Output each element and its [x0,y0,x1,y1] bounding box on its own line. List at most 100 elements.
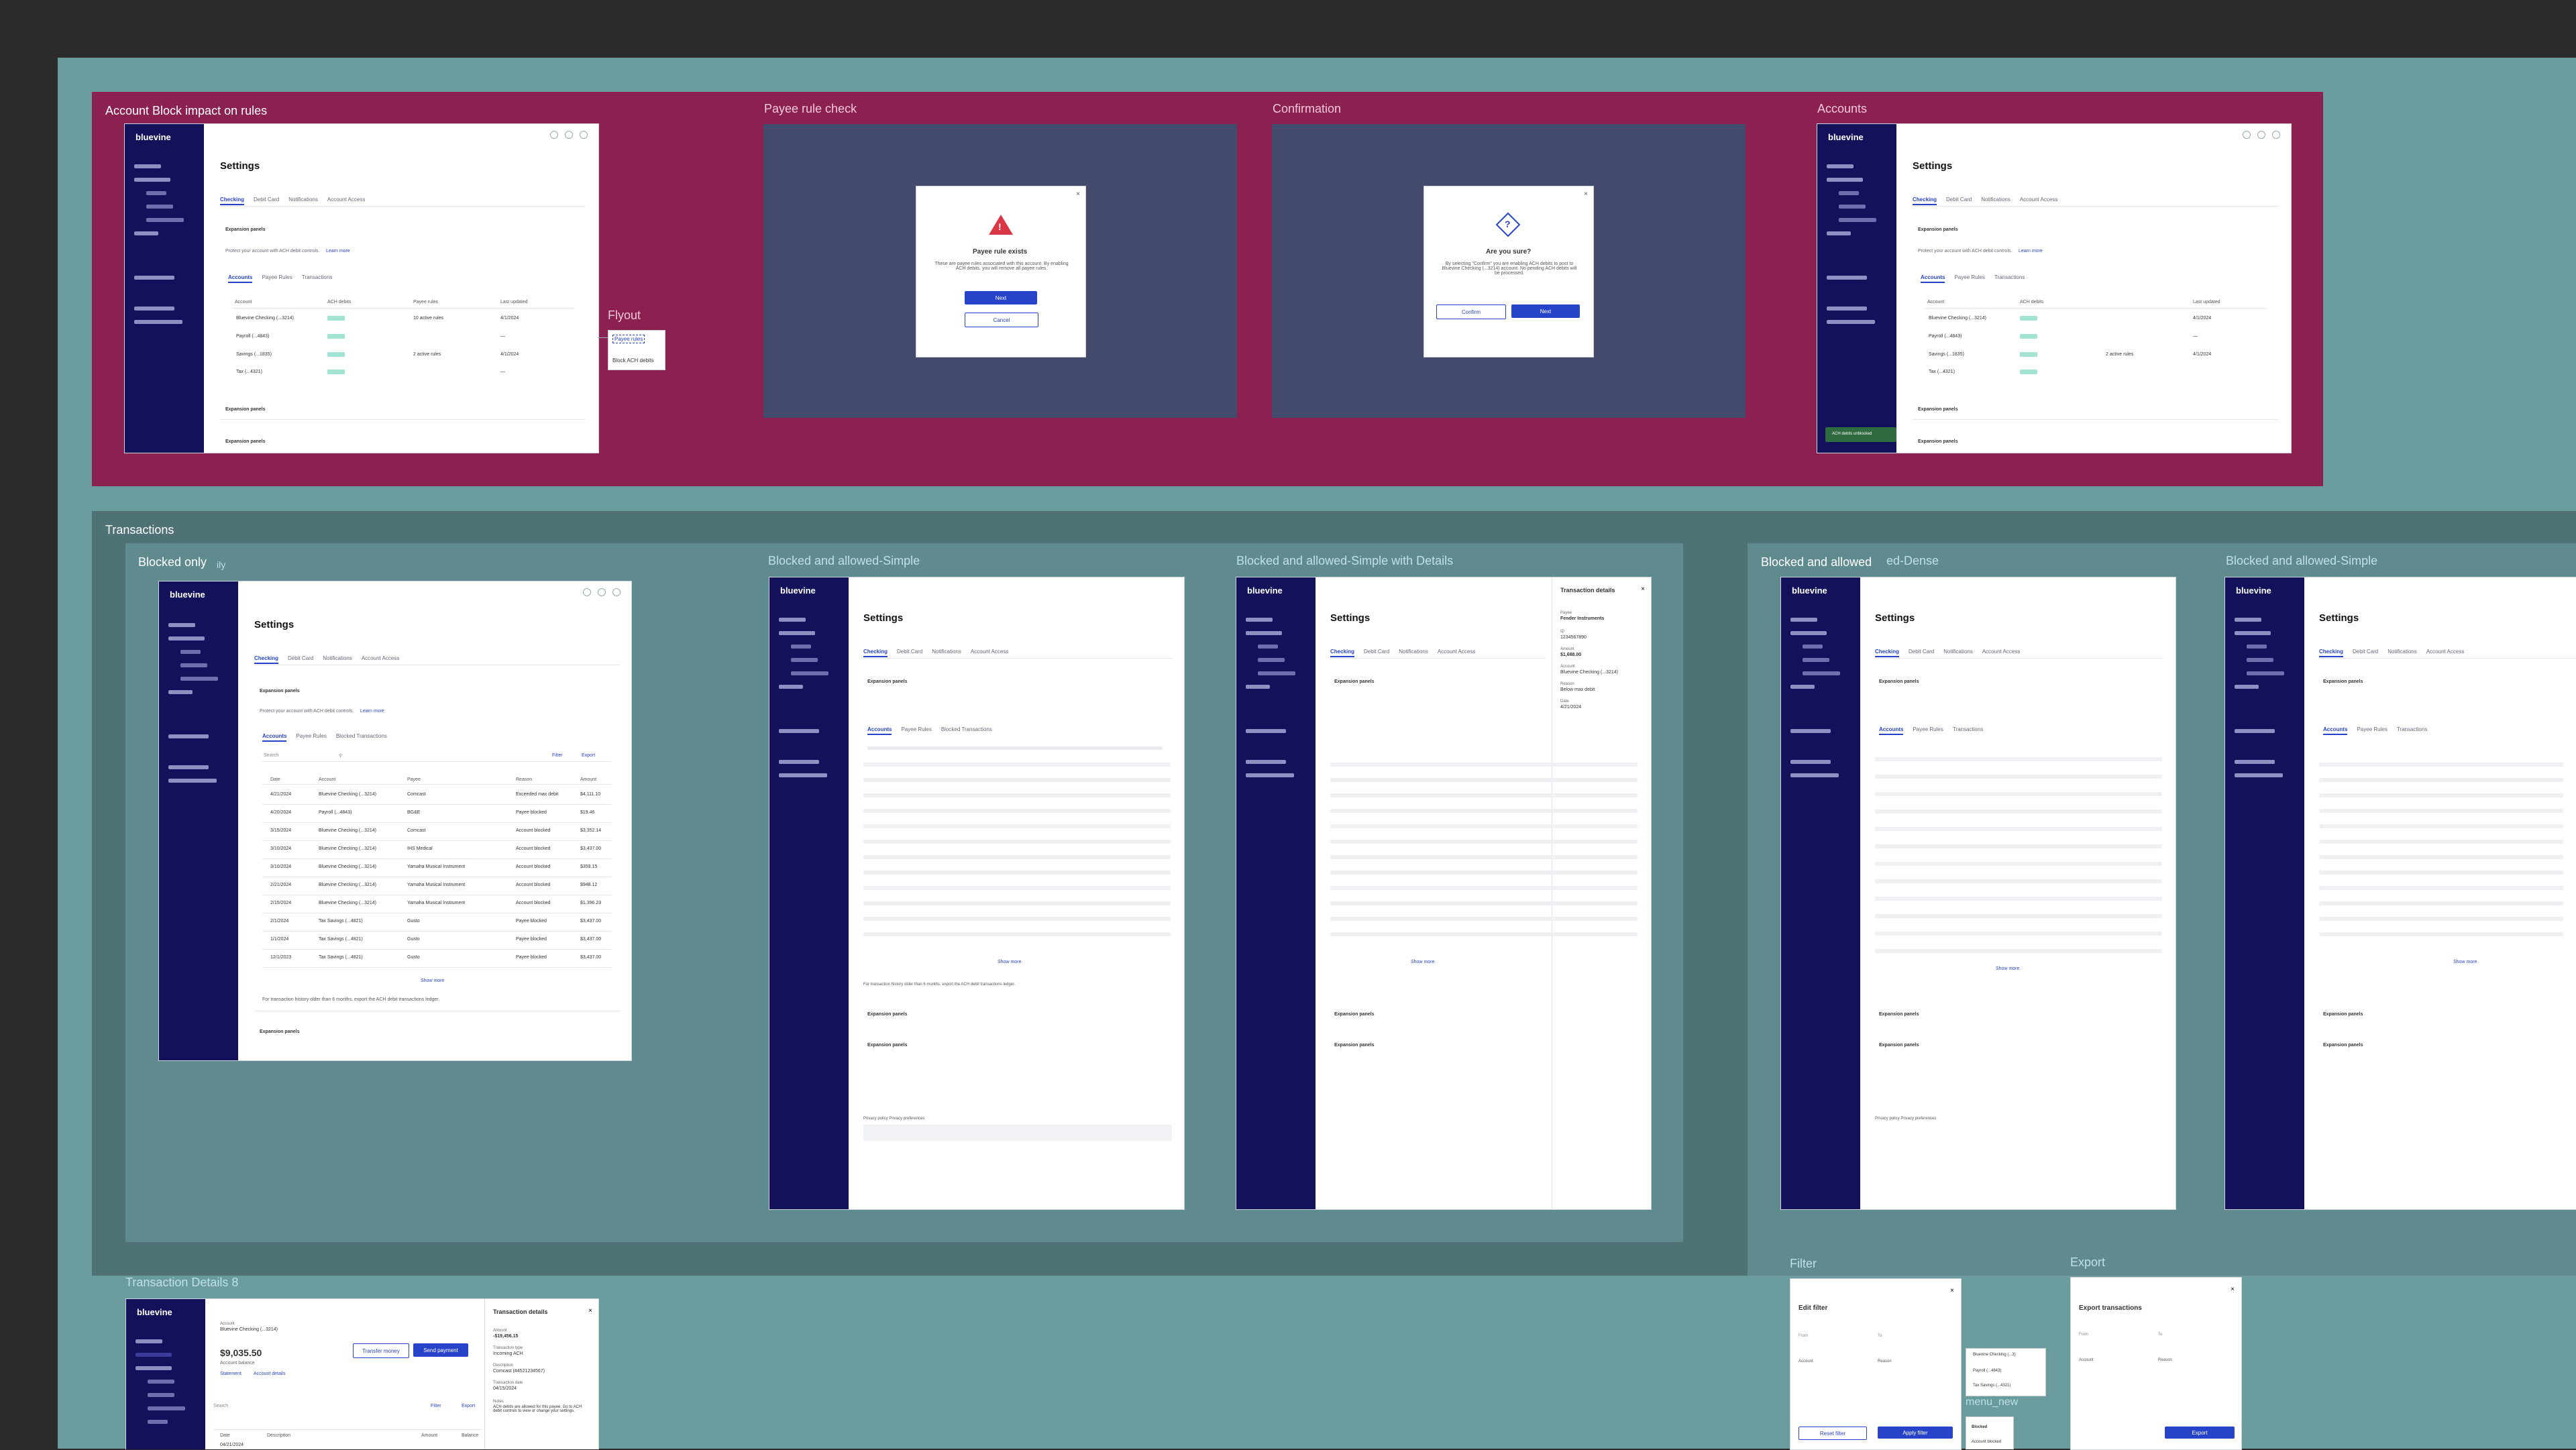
privacy-links[interactable]: Privacy policy Privacy preferences [1875,1117,1936,1121]
nav-item[interactable] [1839,218,1876,222]
table-row[interactable] [2319,917,2563,921]
table-row[interactable] [863,793,1171,797]
table-row[interactable] [1330,886,1638,890]
learn-more-link[interactable]: Learn more [360,709,384,714]
menu-item[interactable]: Bluevine Checking (...3) [1973,1353,2016,1357]
learn-more-link[interactable]: Learn more [2019,249,2043,254]
txn-date[interactable]: 12/1/2023 [270,955,291,960]
tab-account-access[interactable]: Account Access [1438,649,1475,657]
subtab-payee-rules[interactable]: Payee Rules [901,726,931,735]
user-icon[interactable] [2272,131,2280,139]
expansion-panel-title[interactable]: Expansion panels [1918,439,1958,444]
show-more-link[interactable]: Show more [1411,960,1434,964]
menu-option[interactable]: Account blocked [1972,1440,2001,1444]
tab-debit-card[interactable]: Debit Card [897,649,922,657]
subtab-transactions[interactable]: Transactions [1994,274,2025,283]
nav-item[interactable] [134,306,174,311]
table-row[interactable] [863,809,1171,813]
txn-date[interactable]: 4/20/2024 [270,810,291,815]
tab-account-access[interactable]: Account Access [2020,197,2057,205]
tab-debit-card[interactable]: Debit Card [254,197,279,205]
close-icon[interactable]: × [1950,1287,1954,1294]
reset-filter-button[interactable]: Reset filter [1799,1427,1867,1440]
subtab-blocked-transactions[interactable]: Blocked Transactions [336,733,387,742]
table-row[interactable] [863,901,1171,905]
apply-filter-button[interactable]: Apply filter [1878,1427,1953,1439]
subtab-payee-rules[interactable]: Payee Rules [1913,726,1943,735]
acct-row-2-name[interactable]: Payroll (...4843) [236,334,269,339]
expansion-panel-title[interactable]: Expansion panels [225,439,266,444]
tab-checking[interactable]: Checking [1913,197,1937,205]
table-row[interactable] [1330,917,1638,921]
subtab-transactions[interactable]: Transactions [1953,726,1984,735]
search-input[interactable]: Search [213,1404,228,1408]
search-input[interactable]: Search [264,753,278,758]
tab-debit-card[interactable]: Debit Card [1364,649,1389,657]
subtab-accounts[interactable]: Accounts [228,274,253,283]
close-icon[interactable]: × [1641,585,1645,593]
expansion-panel-title[interactable]: Expansion panels [225,227,266,232]
nav-item[interactable] [134,231,158,235]
next-button[interactable]: Next [1511,304,1580,318]
table-row[interactable] [1330,901,1638,905]
txn-date[interactable]: 3/10/2024 [270,865,291,869]
tab-notifications[interactable]: Notifications [323,655,352,664]
gear-icon[interactable] [565,131,573,139]
table-row[interactable] [2319,763,2563,767]
filter-from[interactable]: From [1799,1334,1808,1338]
first-row-date[interactable]: 04/21/2024 [220,1443,244,1447]
nav-item[interactable] [1839,191,1859,195]
subtab-accounts[interactable]: Accounts [1879,726,1904,735]
confirm-button[interactable]: Confirm [1436,304,1506,319]
close-icon[interactable]: × [1584,190,1588,198]
export-from[interactable]: From [2079,1333,2088,1337]
tab-checking[interactable]: Checking [254,655,279,664]
txn-date[interactable]: 2/15/2024 [270,901,291,905]
account-details-link[interactable]: Account details [254,1372,285,1376]
acct-row-3-name[interactable]: Savings (...1835) [236,352,272,357]
tab-debit-card[interactable]: Debit Card [2353,649,2378,657]
subtab-accounts[interactable]: Accounts [262,733,287,742]
nav-item[interactable] [134,320,182,324]
close-icon[interactable]: × [2231,1286,2235,1293]
subtab-transactions[interactable]: Transactions [302,274,333,283]
table-row[interactable] [2319,778,2563,782]
tab-notifications[interactable]: Notifications [1981,197,2010,205]
tab-debit-card[interactable]: Debit Card [1946,197,1972,205]
privacy-links[interactable]: Privacy policy Privacy preferences [863,1117,924,1121]
send-payment-button[interactable]: Send payment [413,1343,468,1357]
table-row[interactable] [1875,827,2162,831]
subtab-payee-rules[interactable]: Payee Rules [1954,274,1984,283]
subtab-payee-rules[interactable]: Payee Rules [296,733,326,742]
subtab-transactions[interactable]: Transactions [2397,726,2428,735]
table-row[interactable] [1875,792,2162,796]
tab-account-access[interactable]: Account Access [1982,649,2020,657]
nav-item[interactable] [1827,231,1851,235]
subtab-accounts[interactable]: Accounts [1921,274,1945,283]
nav-item[interactable] [146,218,184,222]
user-icon[interactable] [580,131,588,139]
table-row[interactable] [1330,855,1638,859]
txn-date[interactable]: 2/21/2024 [270,883,291,887]
nav-item[interactable] [134,178,170,182]
tab-account-access[interactable]: Account Access [327,197,365,205]
table-row[interactable] [1875,897,2162,901]
subtab-accounts[interactable]: Accounts [2323,726,2348,735]
show-more-link[interactable]: Show more [421,979,444,983]
close-icon[interactable]: × [1076,190,1080,198]
nav-item[interactable] [134,164,161,168]
transfer-money-button[interactable]: Transfer money [353,1343,409,1358]
filter-reason[interactable]: Reason [1878,1359,1892,1363]
expansion-panel-title[interactable]: Expansion panels [1334,679,1375,684]
nav-item[interactable] [1827,178,1863,182]
next-button[interactable]: Next [965,291,1037,304]
subtab-payee-rules[interactable]: Payee Rules [262,274,292,283]
menu-item[interactable]: Tax Savings (...4321) [1973,1384,2010,1388]
filter-to[interactable]: To [1878,1334,1882,1338]
filter-account[interactable]: Account [1799,1359,1813,1363]
tab-notifications[interactable]: Notifications [288,197,318,205]
bell-icon[interactable] [2243,131,2251,139]
table-row[interactable] [2319,855,2563,859]
table-row[interactable] [1875,932,2162,936]
table-row[interactable] [863,778,1171,782]
